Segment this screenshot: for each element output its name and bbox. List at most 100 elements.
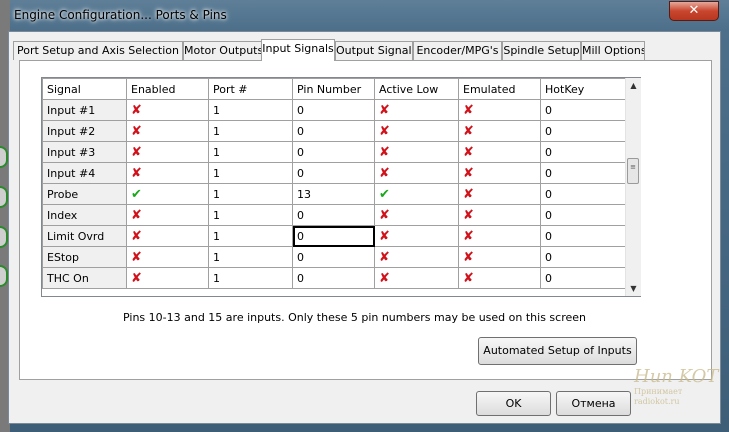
port-cell[interactable]: 1 — [208, 141, 293, 163]
tab-encoder-mpg[interactable]: Encoder/MPG's — [413, 41, 502, 60]
emulated-cell[interactable]: ✘ — [458, 267, 541, 289]
tab-motor-outputs[interactable]: Motor Outputs — [183, 41, 263, 60]
hotkey-cell[interactable]: 0 — [540, 99, 626, 121]
active-low-cell[interactable]: ✘ — [374, 267, 459, 289]
pin-number-cell[interactable]: 0 — [292, 267, 375, 289]
signal-name-cell[interactable]: Limit Ovrd — [42, 225, 127, 247]
enabled-cell[interactable]: ✘ — [126, 141, 209, 163]
hotkey-cell[interactable]: 0 — [540, 246, 626, 268]
tab-port-setup[interactable]: Port Setup and Axis Selection — [13, 41, 183, 60]
signal-name-cell[interactable]: Input #1 — [42, 99, 127, 121]
enabled-cell[interactable]: ✘ — [126, 204, 209, 226]
signal-name-cell[interactable]: Input #2 — [42, 120, 127, 142]
red-x-icon: ✘ — [379, 165, 390, 181]
col-header-active-low[interactable]: Active Low — [374, 78, 459, 100]
emulated-cell[interactable]: ✘ — [458, 246, 541, 268]
port-cell[interactable]: 1 — [208, 120, 293, 142]
active-low-cell[interactable]: ✘ — [374, 225, 459, 247]
tab-mill-options[interactable]: Mill Options — [581, 41, 645, 60]
table-row[interactable]: Input #3 ✘ 1 0 ✘ ✘ 0 — [42, 141, 626, 163]
active-low-cell[interactable]: ✘ — [374, 204, 459, 226]
table-row[interactable]: THC On ✘ 1 0 ✘ ✘ 0 — [42, 267, 626, 289]
emulated-cell[interactable]: ✘ — [458, 204, 541, 226]
emulated-cell[interactable]: ✘ — [458, 162, 541, 184]
pin-number-cell[interactable]: 0 — [292, 99, 375, 121]
emulated-cell[interactable]: ✘ — [458, 183, 541, 205]
scroll-up-arrow-icon[interactable]: ▲ — [626, 78, 641, 93]
col-header-pin-number[interactable]: Pin Number — [292, 78, 375, 100]
col-header-port[interactable]: Port # — [208, 78, 293, 100]
grid-vertical-scrollbar[interactable]: ▲ ≡ ▼ — [625, 78, 641, 296]
hotkey-cell[interactable]: 0 — [540, 141, 626, 163]
port-cell[interactable]: 1 — [208, 204, 293, 226]
title-bar[interactable]: Engine Configuration... Ports & Pins ✕ — [0, 0, 729, 32]
emulated-cell[interactable]: ✘ — [458, 120, 541, 142]
hotkey-cell[interactable]: 0 — [540, 204, 626, 226]
hotkey-cell[interactable]: 0 — [540, 183, 626, 205]
cancel-button[interactable]: Отмена — [556, 391, 631, 416]
hotkey-cell[interactable]: 0 — [540, 267, 626, 289]
enabled-cell[interactable]: ✘ — [126, 267, 209, 289]
signal-name-cell[interactable]: Input #3 — [42, 141, 127, 163]
scroll-down-arrow-icon[interactable]: ▼ — [626, 281, 641, 296]
pin-number-cell[interactable]: 0 — [292, 246, 375, 268]
tab-spindle-setup[interactable]: Spindle Setup — [502, 41, 581, 60]
col-header-hotkey[interactable]: HotKey — [540, 78, 626, 100]
table-row[interactable]: Input #4 ✘ 1 0 ✘ ✘ 0 — [42, 162, 626, 184]
emulated-cell[interactable]: ✘ — [458, 225, 541, 247]
pin-number-cell[interactable]: 0 — [292, 162, 375, 184]
red-x-icon: ✘ — [379, 123, 390, 139]
enabled-cell[interactable]: ✔ — [126, 183, 209, 205]
col-header-enabled[interactable]: Enabled — [126, 78, 209, 100]
ok-button[interactable]: OK — [476, 391, 551, 416]
port-cell[interactable]: 1 — [208, 225, 293, 247]
hotkey-cell[interactable]: 0 — [540, 162, 626, 184]
close-button[interactable]: ✕ — [669, 1, 719, 21]
col-header-signal[interactable]: Signal — [42, 78, 127, 100]
red-x-icon: ✘ — [131, 249, 142, 265]
signal-name-cell[interactable]: Index — [42, 204, 127, 226]
pin-number-cell[interactable]: 0 — [292, 141, 375, 163]
port-cell[interactable]: 1 — [208, 162, 293, 184]
emulated-cell[interactable]: ✘ — [458, 141, 541, 163]
active-low-cell[interactable]: ✘ — [374, 162, 459, 184]
pin-number-cell[interactable]: 0 — [292, 120, 375, 142]
pin-number-cell[interactable]: 13 — [292, 183, 375, 205]
active-low-cell[interactable]: ✔ — [374, 183, 459, 205]
tab-input-signals[interactable]: Input Signals — [261, 39, 335, 61]
enabled-cell[interactable]: ✘ — [126, 120, 209, 142]
signal-name-cell[interactable]: EStop — [42, 246, 127, 268]
port-cell[interactable]: 1 — [208, 246, 293, 268]
scroll-thumb[interactable]: ≡ — [627, 158, 639, 184]
tab-output-signals[interactable]: Output Signals — [335, 41, 413, 60]
signal-name-cell[interactable]: Input #4 — [42, 162, 127, 184]
table-row[interactable]: Input #2 ✘ 1 0 ✘ ✘ 0 — [42, 120, 626, 142]
signal-name-cell[interactable]: Probe — [42, 183, 127, 205]
port-cell[interactable]: 1 — [208, 99, 293, 121]
active-low-cell[interactable]: ✘ — [374, 246, 459, 268]
table-row[interactable]: Limit Ovrd ✘ 1 0 ✘ ✘ 0 — [42, 225, 626, 247]
port-cell[interactable]: 1 — [208, 267, 293, 289]
enabled-cell[interactable]: ✘ — [126, 246, 209, 268]
emulated-cell[interactable]: ✘ — [458, 99, 541, 121]
pin-number-cell[interactable]: 0 — [292, 225, 375, 247]
hotkey-cell[interactable]: 0 — [540, 225, 626, 247]
port-cell[interactable]: 1 — [208, 183, 293, 205]
pin-number-cell[interactable]: 0 — [292, 204, 375, 226]
enabled-cell[interactable]: ✘ — [126, 162, 209, 184]
automated-setup-button[interactable]: Automated Setup of Inputs — [478, 337, 637, 365]
table-row[interactable]: Index ✘ 1 0 ✘ ✘ 0 — [42, 204, 626, 226]
table-row[interactable]: Probe ✔ 1 13 ✔ ✘ 0 — [42, 183, 626, 205]
enabled-cell[interactable]: ✘ — [126, 225, 209, 247]
hotkey-cell[interactable]: 0 — [540, 120, 626, 142]
table-row[interactable]: EStop ✘ 1 0 ✘ ✘ 0 — [42, 246, 626, 268]
active-low-cell[interactable]: ✘ — [374, 99, 459, 121]
red-x-icon: ✘ — [463, 165, 474, 181]
enabled-cell[interactable]: ✘ — [126, 99, 209, 121]
col-header-emulated[interactable]: Emulated — [458, 78, 541, 100]
signals-grid: Signal Enabled Port # Pin Number Active … — [41, 77, 641, 297]
signal-name-cell[interactable]: THC On — [42, 267, 127, 289]
active-low-cell[interactable]: ✘ — [374, 120, 459, 142]
table-row[interactable]: Input #1 ✘ 1 0 ✘ ✘ 0 — [42, 99, 626, 121]
active-low-cell[interactable]: ✘ — [374, 141, 459, 163]
